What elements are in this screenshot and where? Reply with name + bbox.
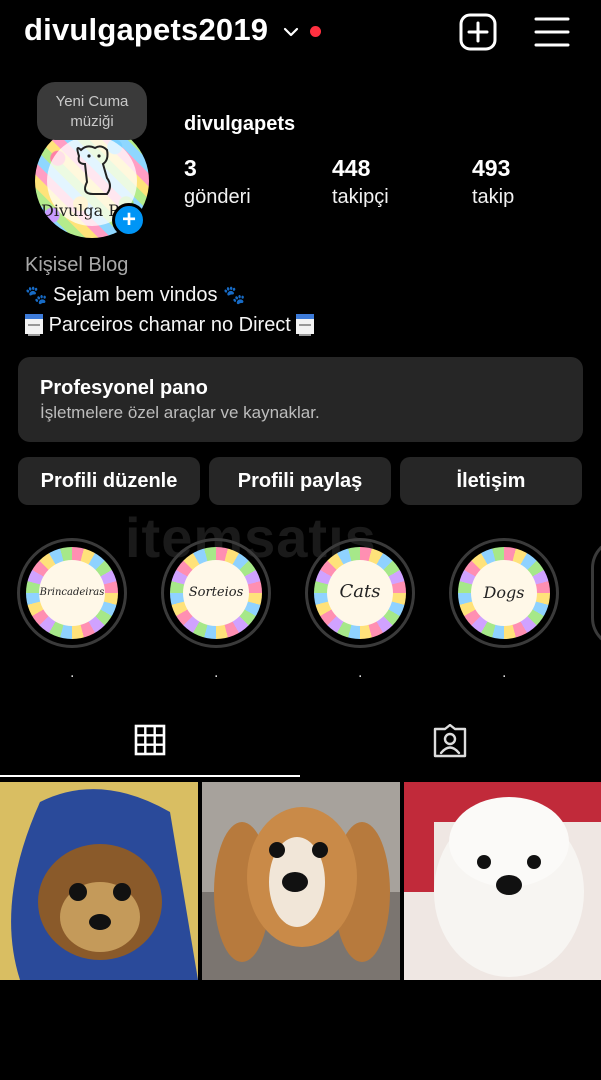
highlight-cover: Dogs (458, 547, 550, 639)
dashboard-subtitle: İşletmelere özel araçlar ve kaynaklar. (40, 403, 320, 422)
bio-line-2-text: Parceiros chamar no Direct (48, 314, 291, 336)
bio-line-1-text: Sejam bem vindos (52, 284, 218, 306)
following-label[interactable]: takip (472, 186, 514, 209)
westie-photo (404, 782, 601, 980)
plus-icon: + (121, 206, 136, 233)
highlight-dogs[interactable]: Dogs (449, 538, 559, 648)
highlight-sorteios[interactable]: Sorteios (161, 538, 271, 648)
memo-icon (296, 314, 315, 336)
paw-icon: 🐾 (223, 285, 246, 305)
bio-line-2: Parceiros chamar no Direct (25, 314, 315, 337)
note-bubble[interactable]: Yeni Cuma müziği (37, 82, 147, 140)
highlight-caption: . (70, 664, 75, 681)
highlight-cover: Cats (314, 547, 406, 639)
posts-count[interactable]: 3 (184, 155, 197, 182)
paw-icon: 🐾 (25, 285, 48, 305)
edit-profile-button[interactable]: Profili düzenle (18, 457, 200, 505)
add-story-button[interactable]: + (112, 203, 146, 237)
highlight-partial[interactable] (591, 538, 601, 648)
dashboard-title: Profesyonel pano (40, 377, 208, 399)
yorkie-photo (0, 782, 198, 980)
highlight-caption: . (214, 664, 219, 681)
chevron-down-icon[interactable] (283, 24, 299, 40)
active-tab-indicator (0, 775, 300, 777)
tagged-person-icon[interactable] (432, 724, 468, 758)
share-profile-button[interactable]: Profili paylaş (209, 457, 391, 505)
post-thumbnail-3[interactable] (404, 782, 601, 980)
highlight-cover: Brincadeiras (26, 547, 118, 639)
highlight-cover-text: Cats (339, 581, 381, 602)
highlight-cats[interactable]: Cats (305, 538, 415, 648)
plus-square-icon[interactable] (459, 13, 497, 51)
followers-count[interactable]: 448 (332, 155, 370, 182)
contact-button[interactable]: İletişim (400, 457, 582, 505)
following-count[interactable]: 493 (472, 155, 510, 182)
notification-dot (310, 26, 321, 37)
cocker-spaniel-photo (202, 782, 400, 980)
grid-icon[interactable] (134, 724, 166, 756)
display-name: divulgapets (184, 113, 296, 135)
highlight-cover-text: Dogs (483, 583, 525, 602)
post-thumbnail-2[interactable] (202, 782, 400, 980)
posts-label[interactable]: gönderi (184, 186, 251, 209)
highlight-cover-text: Sorteios (188, 585, 244, 600)
username-switcher[interactable]: divulgapets2019 (24, 12, 268, 48)
followers-label[interactable]: takipçi (332, 186, 389, 209)
highlight-caption: . (358, 664, 363, 681)
bio-line-1: 🐾 Sejam bem vindos 🐾 (25, 284, 246, 307)
bio-category: Kişisel Blog (25, 254, 129, 276)
post-thumbnail-1[interactable] (0, 782, 198, 980)
dog-illustration (76, 145, 111, 195)
highlight-caption: . (502, 664, 507, 681)
highlight-brincadeiras[interactable]: Brincadeiras (17, 538, 127, 648)
highlight-cover-text: Brincadeiras (39, 587, 105, 598)
highlight-cover: Sorteios (170, 547, 262, 639)
memo-icon (25, 314, 43, 336)
hamburger-menu-icon[interactable] (533, 15, 571, 49)
